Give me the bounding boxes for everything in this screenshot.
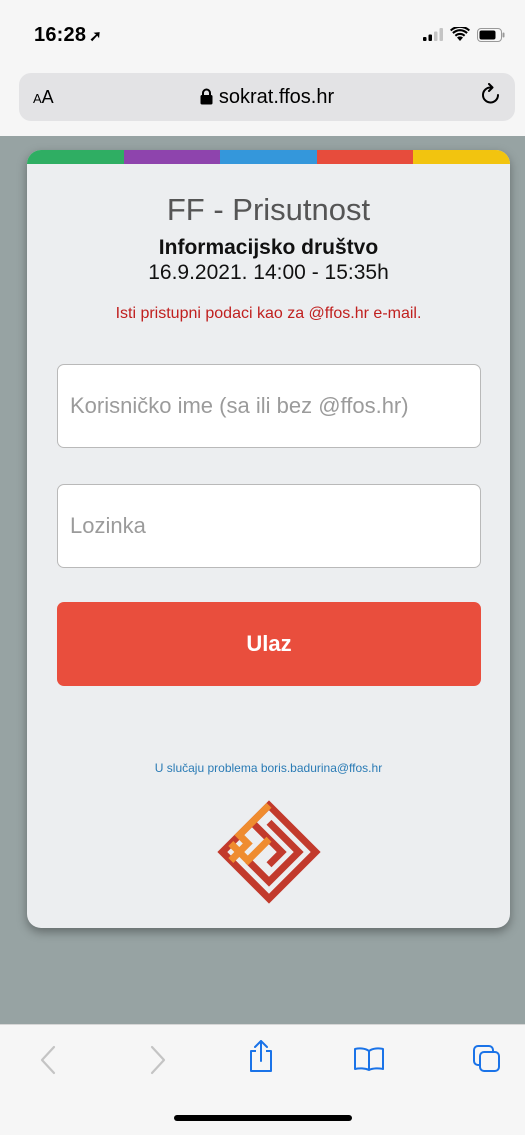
status-icons bbox=[423, 27, 505, 42]
lock-icon bbox=[200, 88, 213, 105]
password-field-box bbox=[57, 484, 481, 568]
credentials-info: Isti pristupni podaci kao za @ffos.hr e-… bbox=[115, 305, 422, 322]
page-title: FF - Prisutnost bbox=[166, 192, 371, 227]
strip-segment bbox=[123, 150, 221, 164]
signal-icon bbox=[423, 28, 443, 41]
color-strip bbox=[27, 150, 510, 164]
login-button[interactable]: Ulaz bbox=[57, 602, 481, 686]
course-name: Informacijsko društvo bbox=[158, 236, 379, 259]
status-time: 16:28 ➚ bbox=[34, 24, 102, 46]
reload-icon[interactable] bbox=[479, 83, 503, 109]
login-card: FF - Prisutnost Informacijsko društvo 16… bbox=[27, 150, 510, 928]
strip-segment bbox=[220, 150, 317, 164]
back-icon[interactable] bbox=[40, 1045, 56, 1075]
wifi-icon bbox=[450, 27, 470, 41]
course-datetime: 16.9.2021. 14:00 - 15:35h bbox=[148, 261, 389, 284]
location-arrow-icon: ➚ bbox=[89, 28, 102, 45]
address-bar[interactable]: AA sokrat.ffos.hr bbox=[19, 73, 515, 121]
username-input[interactable] bbox=[58, 365, 480, 447]
browser-top-chrome: 16:28 ➚ AA sokrat.ffos.hr bbox=[0, 0, 525, 136]
status-bar: 16:28 ➚ bbox=[0, 0, 525, 70]
forward-icon[interactable] bbox=[150, 1045, 166, 1075]
username-field-box bbox=[57, 364, 481, 448]
strip-segment bbox=[413, 150, 510, 164]
password-input[interactable] bbox=[58, 485, 480, 567]
url-text: sokrat.ffos.hr bbox=[218, 86, 335, 108]
tabs-icon[interactable] bbox=[473, 1045, 501, 1073]
ffos-logo bbox=[217, 800, 321, 904]
share-icon[interactable] bbox=[248, 1039, 274, 1073]
strip-segment bbox=[27, 150, 124, 164]
help-contact-link[interactable]: U slučaju problema boris.badurina@ffos.h… bbox=[27, 761, 510, 775]
home-indicator bbox=[174, 1115, 352, 1121]
strip-segment bbox=[316, 150, 414, 164]
bookmarks-icon[interactable] bbox=[353, 1047, 385, 1071]
page-content: FF - Prisutnost Informacijsko društvo 16… bbox=[0, 136, 525, 1024]
battery-icon bbox=[477, 27, 505, 42]
